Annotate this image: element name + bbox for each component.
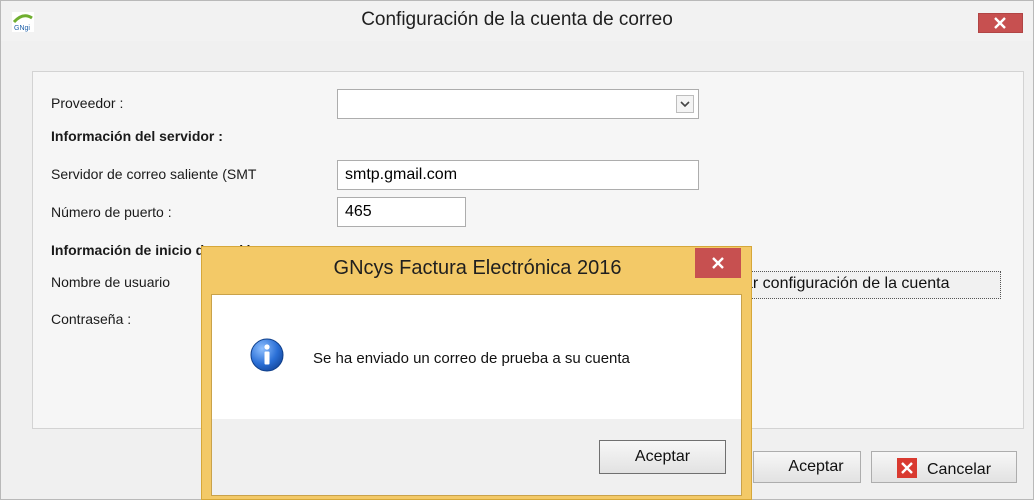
close-icon	[712, 257, 724, 269]
cancel-button[interactable]: Cancelar	[871, 451, 1017, 483]
cancel-button-label: Cancelar	[926, 461, 992, 478]
chevron-down-icon[interactable]	[676, 95, 694, 113]
title-bar[interactable]: GNgi Configuración de la cuenta de corre…	[1, 1, 1033, 41]
dialog-ok-button[interactable]: Aceptar	[599, 440, 726, 474]
password-label: Contraseña :	[51, 311, 132, 327]
window-title: Configuración de la cuenta de correo	[361, 9, 673, 30]
window-close-button[interactable]	[978, 13, 1023, 33]
smtp-server-input[interactable]: smtp.gmail.com	[337, 160, 699, 190]
dialog-close-button[interactable]	[695, 248, 741, 278]
provider-label: Proveedor :	[51, 95, 124, 111]
port-input[interactable]: 465	[337, 197, 466, 227]
message-dialog: GNcys Factura Electrónica 2016 Se ha env…	[201, 246, 752, 500]
accept-button-label: Aceptar	[788, 458, 844, 475]
port-label: Número de puerto :	[51, 204, 172, 220]
provider-select[interactable]	[337, 89, 699, 119]
accept-button[interactable]: Aceptar	[753, 451, 861, 483]
dialog-message-area: Se ha enviado un correo de prueba a su c…	[212, 295, 741, 419]
dialog-message: Se ha enviado un correo de prueba a su c…	[313, 350, 630, 367]
cancel-icon	[896, 458, 917, 478]
server-section-heading: Información del servidor :	[51, 128, 223, 144]
info-icon	[250, 338, 284, 372]
close-icon	[994, 17, 1006, 29]
dialog-title: GNcys Factura Electrónica 2016	[333, 257, 622, 279]
dialog-body: Se ha enviado un correo de prueba a su c…	[211, 294, 742, 496]
username-label: Nombre de usuario	[51, 274, 171, 290]
smtp-label: Servidor de correo saliente (SMT	[51, 166, 257, 182]
test-account-settings-button[interactable]: ar configuración de la cuenta	[741, 271, 1001, 299]
